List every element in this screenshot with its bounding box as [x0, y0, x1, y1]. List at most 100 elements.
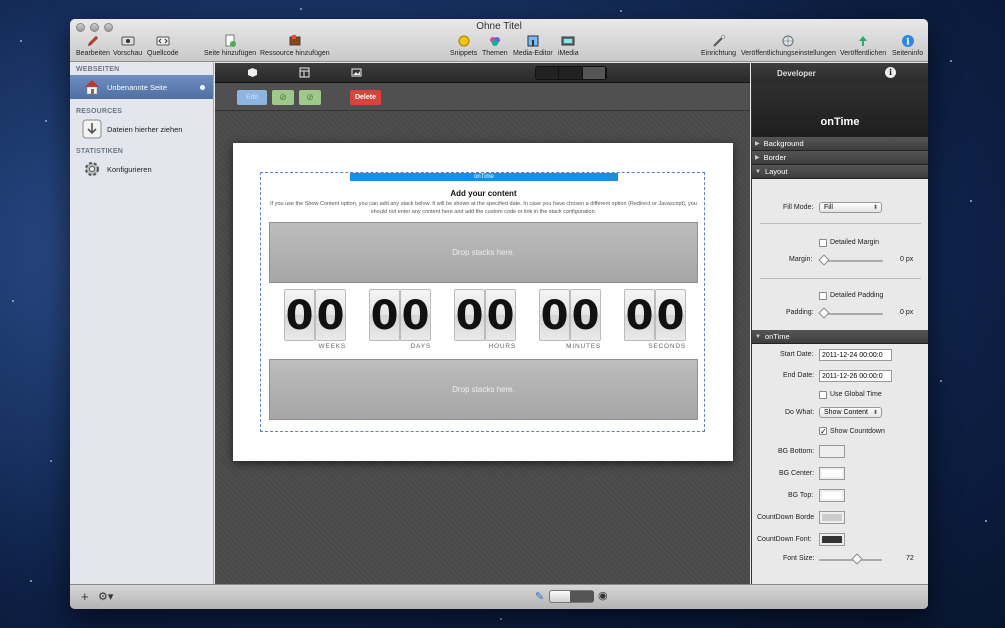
fill-mode-label: Fill Mode: — [783, 204, 814, 211]
inspector-panel: Developer i onTime ▶ Background ▶ Border ▼… — [751, 63, 928, 584]
edit-button[interactable]: Edit — [237, 90, 267, 105]
section-background-label: Background — [763, 139, 804, 148]
content-heading: Add your content — [450, 189, 517, 198]
detailed-margin-checkbox[interactable] — [819, 239, 827, 247]
delete-button[interactable]: Delete — [350, 90, 381, 105]
page-preview: onTime Add your content If you use the S… — [233, 143, 733, 461]
bg-top-color-well[interactable] — [819, 489, 845, 502]
box-icon[interactable] — [245, 67, 259, 78]
bg-center-color-well[interactable] — [819, 467, 845, 480]
pencil-icon[interactable]: ✎ — [535, 590, 544, 603]
section-background[interactable]: ▶ Background — [752, 137, 928, 151]
layout-icon[interactable] — [297, 67, 311, 78]
wand-icon — [711, 34, 727, 48]
section-layout[interactable]: ▼ Layout — [752, 165, 928, 179]
media-editor-icon — [525, 34, 541, 48]
imedia-icon — [560, 34, 576, 48]
countdown-label: MINUTES — [566, 343, 601, 350]
countdown-border-swatch — [822, 514, 842, 521]
padding-slider-knob[interactable] — [818, 307, 830, 319]
setup-button[interactable]: Einrichtung — [701, 34, 736, 57]
countdown-weeks: 00 WEEKS — [284, 289, 346, 359]
stack-name: onTime — [820, 116, 860, 128]
source-mode-button[interactable]: Quellcode — [147, 34, 179, 57]
countdown-digit: 0 — [454, 289, 485, 341]
info-icon[interactable]: i — [885, 67, 896, 78]
editor-canvas: Edit ⊘ ⊘ Delete onTime Add your content … — [215, 63, 750, 584]
edit-mode-label: Bearbeiten — [76, 50, 110, 57]
countdown-digit: 0 — [539, 289, 570, 341]
publish-button[interactable]: Veröffentlichen — [840, 34, 886, 57]
margin-slider-knob[interactable] — [818, 254, 830, 266]
media-editor-button[interactable]: Media-Editor — [513, 34, 553, 57]
mode-toggle-switch[interactable] — [549, 590, 594, 603]
detailed-padding-checkbox[interactable] — [819, 292, 827, 300]
padding-slider[interactable] — [821, 313, 883, 315]
link-button[interactable]: ⊘ — [272, 90, 294, 105]
do-what-select[interactable]: Show Content — [819, 407, 882, 418]
add-page-button[interactable]: Seite hinzufügen — [204, 34, 256, 57]
image-icon[interactable] — [349, 67, 363, 78]
add-page-label: Seite hinzufügen — [204, 50, 257, 57]
sidebar: WEBSEITEN Unbenannte Seite RESOURCES Dat… — [70, 63, 214, 584]
countdown-border-color-well[interactable] — [819, 511, 845, 524]
edit-mode-button[interactable]: Bearbeiten — [76, 34, 110, 57]
drop-zone-top[interactable]: Drop stacks here. — [269, 222, 698, 283]
end-date-input[interactable]: 2011-12-26 00:00:0 — [819, 370, 892, 382]
detailed-padding-label: Detailed Padding — [830, 292, 884, 299]
snippets-button[interactable]: Snippets — [450, 34, 477, 57]
code-icon — [155, 34, 171, 48]
themes-button[interactable]: Themen — [482, 34, 508, 57]
countdown-font-color-well[interactable] — [819, 533, 845, 546]
font-size-slider-knob[interactable] — [851, 553, 863, 565]
show-countdown-checkbox[interactable]: ✓ — [819, 427, 827, 436]
eye-icon[interactable]: ◉ — [598, 589, 608, 602]
fill-mode-select[interactable]: Fill — [819, 202, 882, 213]
preview-mode-button[interactable]: Vorschau — [113, 34, 142, 57]
add-icon[interactable]: + — [81, 589, 89, 604]
mode-switch-area: ✎ ◉ — [214, 585, 751, 609]
view-mode-segment-2[interactable] — [559, 67, 583, 79]
section-border[interactable]: ▶ Border — [752, 151, 928, 165]
imedia-button[interactable]: iMedia — [558, 34, 579, 57]
view-mode-segment-1[interactable] — [536, 67, 560, 79]
show-countdown-label: Show Countdown — [830, 428, 885, 435]
sidebar-item-statistics[interactable]: Konfigurieren — [70, 157, 213, 181]
font-size-slider[interactable] — [819, 559, 882, 561]
sidebar-item-resources[interactable]: Dateien hierher ziehen — [70, 117, 213, 141]
page-info-button[interactable]: i Seiteninfo — [892, 34, 923, 57]
countdown-digit: 0 — [655, 289, 686, 341]
view-mode-segment-3[interactable] — [582, 67, 606, 79]
upload-icon — [855, 34, 871, 48]
countdown-label: SECONDS — [648, 343, 686, 350]
drop-zone-bottom[interactable]: Drop stacks here. — [269, 359, 698, 420]
info-icon: i — [900, 34, 916, 48]
themes-icon — [487, 34, 503, 48]
bg-bottom-color-well[interactable] — [819, 445, 845, 458]
padding-value: 0 px — [900, 309, 914, 316]
unlink-button[interactable]: ⊘ — [299, 90, 321, 105]
sidebar-item-page[interactable]: Unbenannte Seite — [70, 75, 213, 99]
view-mode-segmented-control[interactable] — [535, 66, 607, 80]
gear-icon — [82, 159, 102, 179]
checkmark-icon: ✓ — [820, 427, 827, 436]
countdown-hours: 00 HOURS — [454, 289, 516, 359]
add-resource-button[interactable]: Ressource hinzufügen — [260, 34, 330, 57]
webseiten-header: WEBSEITEN — [76, 66, 120, 73]
bg-top-swatch — [822, 492, 842, 499]
divider — [760, 278, 921, 279]
use-global-time-checkbox[interactable] — [819, 391, 827, 399]
media-editor-label: Media-Editor — [513, 50, 553, 57]
start-date-input[interactable]: 2011-12-24 00:00:0 — [819, 349, 892, 361]
imedia-label: iMedia — [558, 50, 579, 57]
margin-slider[interactable] — [821, 260, 883, 262]
page-status-dot — [200, 85, 205, 90]
ontime-stack[interactable]: onTime Add your content If you use the S… — [260, 172, 705, 432]
margin-value: 0 px — [900, 256, 914, 263]
font-size-value: 72 — [906, 555, 914, 562]
gear-icon[interactable]: ⚙▾ — [98, 590, 113, 603]
bg-top-label: BG Top: — [788, 492, 814, 499]
publish-settings-button[interactable]: Veröffentlichungseinstellungen — [741, 34, 836, 57]
section-ontime[interactable]: ▼ onTime — [752, 330, 928, 344]
countdown-label: WEEKS — [318, 343, 346, 350]
